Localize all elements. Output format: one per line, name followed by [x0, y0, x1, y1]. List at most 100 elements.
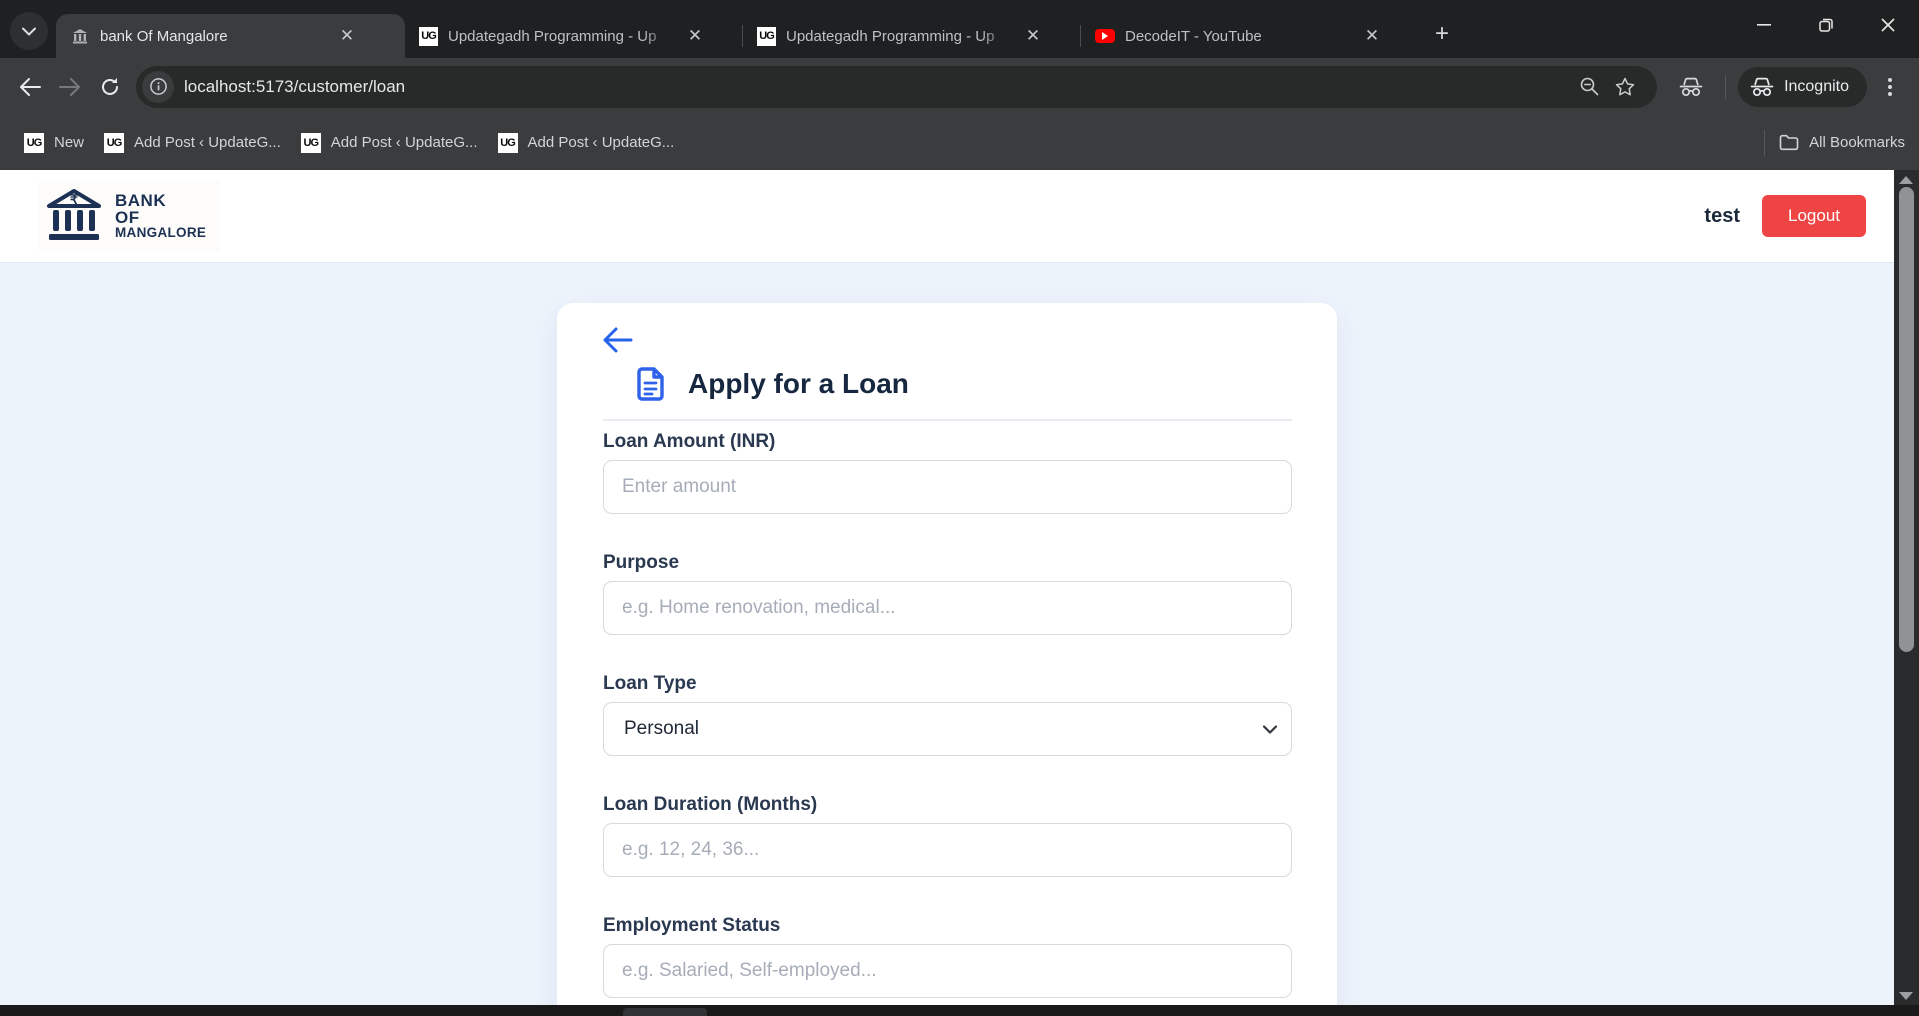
ug-favicon-icon: UG: [24, 133, 44, 153]
zoom-out-indicator-button[interactable]: [1571, 69, 1607, 105]
tab-strip: bank Of Mangalore ✕ UG Updategadh Progra…: [0, 0, 1919, 58]
back-icon: [19, 78, 41, 96]
page-viewport: ₹ BANK OF MANGALORE test Logout: [0, 170, 1919, 1005]
loan-duration-input[interactable]: [603, 823, 1292, 877]
close-icon: [1881, 18, 1895, 32]
taskbar-item: [623, 1008, 707, 1016]
username-text: test: [1704, 205, 1740, 228]
bookmark-label: Add Post ‹ UpdateG...: [528, 134, 675, 151]
tab-search-button[interactable]: [10, 12, 48, 50]
arrow-left-icon: [603, 327, 633, 353]
folder-icon: [1779, 134, 1799, 151]
url-text[interactable]: localhost:5173/customer/loan: [184, 77, 1571, 97]
address-bar[interactable]: localhost:5173/customer/loan: [136, 66, 1657, 108]
browser-toolbar: localhost:5173/customer/loan Incognito: [0, 58, 1919, 115]
scrollbar-thumb[interactable]: [1899, 187, 1914, 652]
ug-favicon-icon: UG: [301, 133, 321, 153]
forward-button[interactable]: [50, 67, 90, 107]
new-tab-button[interactable]: +: [1425, 17, 1459, 51]
incognito-label: Incognito: [1784, 78, 1849, 96]
incognito-extension-button[interactable]: [1671, 67, 1711, 107]
restore-button[interactable]: [1795, 0, 1857, 50]
browser-window: bank Of Mangalore ✕ UG Updategadh Progra…: [0, 0, 1919, 1016]
svg-text:₹: ₹: [70, 192, 79, 207]
scrollbar-down-arrow-icon[interactable]: [1899, 992, 1913, 1000]
bookmark-new[interactable]: UG New: [14, 126, 94, 160]
card-title-row: Apply for a Loan: [603, 367, 1292, 401]
tab-decodeit-youtube[interactable]: DecodeIT - YouTube ✕: [1081, 14, 1419, 58]
purpose-label: Purpose: [603, 552, 1292, 574]
field-loan-type: Loan Type Personal: [603, 673, 1292, 756]
tab-close-icon[interactable]: ✕: [1359, 23, 1385, 49]
loan-application-card: Apply for a Loan Loan Amount (INR) Purpo…: [557, 303, 1337, 1005]
tab-updategadh-1[interactable]: UG Updategadh Programming - Up ✕: [405, 14, 742, 58]
loan-type-selected-value: Personal: [624, 718, 699, 740]
employment-status-label: Employment Status: [603, 915, 1292, 937]
back-to-dashboard-button[interactable]: [603, 325, 647, 355]
page-scrollbar[interactable]: [1894, 170, 1919, 1005]
incognito-icon: [1750, 77, 1774, 97]
loan-amount-input[interactable]: [603, 460, 1292, 514]
chevron-down-icon: [1263, 725, 1277, 734]
page-title: Apply for a Loan: [688, 368, 909, 400]
bookmark-add-post-2[interactable]: UG Add Post ‹ UpdateG...: [291, 126, 488, 160]
bank-logo: ₹ BANK OF MANGALORE: [37, 181, 220, 251]
bank-logo-text: BANK OF MANGALORE: [115, 192, 206, 240]
back-button[interactable]: [10, 67, 50, 107]
site-info-button[interactable]: [142, 71, 174, 103]
zoom-out-icon: [1580, 77, 1599, 96]
reload-icon: [100, 77, 120, 97]
toolbar-separator: [1725, 75, 1726, 99]
loan-type-select[interactable]: Personal: [603, 702, 1292, 756]
bookmarks-separator: [1764, 130, 1765, 156]
field-employment-status: Employment Status: [603, 915, 1292, 998]
bank-building-icon: ₹: [45, 189, 103, 243]
ug-favicon-icon: UG: [498, 133, 518, 153]
bookmark-add-post-3[interactable]: UG Add Post ‹ UpdateG...: [488, 126, 685, 160]
document-icon: [637, 367, 664, 401]
minimize-button[interactable]: [1733, 0, 1795, 50]
bookmark-label: New: [54, 134, 84, 151]
loan-type-label: Loan Type: [603, 673, 1292, 695]
close-window-button[interactable]: [1857, 0, 1919, 50]
tab-bank-of-mangalore[interactable]: bank Of Mangalore ✕: [56, 14, 405, 58]
divider: [603, 419, 1292, 421]
employment-status-input[interactable]: [603, 944, 1292, 998]
tab-title: bank Of Mangalore: [100, 28, 328, 45]
tab-updategadh-2[interactable]: UG Updategadh Programming - Up ✕: [743, 14, 1080, 58]
brand-line: MANGALORE: [115, 226, 206, 240]
tab-close-icon[interactable]: ✕: [334, 23, 360, 49]
bookmark-label: Add Post ‹ UpdateG...: [134, 134, 281, 151]
restore-icon: [1819, 18, 1833, 32]
field-loan-amount: Loan Amount (INR): [603, 431, 1292, 514]
forward-icon: [59, 78, 81, 96]
logout-button[interactable]: Logout: [1762, 195, 1866, 237]
scrollbar-up-arrow-icon[interactable]: [1899, 176, 1913, 184]
bookmark-label: Add Post ‹ UpdateG...: [331, 134, 478, 151]
bookmark-add-post-1[interactable]: UG Add Post ‹ UpdateG...: [94, 126, 291, 160]
kebab-icon: [1888, 78, 1892, 96]
incognito-badge: Incognito: [1738, 67, 1867, 107]
bookmarks-bar: UG New UG Add Post ‹ UpdateG... UG Add P…: [0, 115, 1919, 170]
ug-favicon-icon: UG: [419, 27, 438, 46]
window-controls: [1733, 0, 1919, 50]
field-loan-duration: Loan Duration (Months): [603, 794, 1292, 877]
site-header: ₹ BANK OF MANGALORE test Logout: [0, 170, 1894, 263]
tab-close-icon[interactable]: ✕: [682, 23, 708, 49]
tab-close-icon[interactable]: ✕: [1020, 23, 1046, 49]
brand-line: BANK: [115, 192, 206, 209]
purpose-input[interactable]: [603, 581, 1292, 635]
field-purpose: Purpose: [603, 552, 1292, 635]
browser-menu-button[interactable]: [1873, 70, 1907, 104]
chevron-down-icon: [22, 27, 36, 36]
minimize-icon: [1757, 24, 1771, 26]
bookmark-star-button[interactable]: [1607, 69, 1643, 105]
tab-title: Updategadh Programming - Up: [448, 28, 676, 45]
taskbar-edge: [0, 1005, 1919, 1016]
loan-duration-label: Loan Duration (Months): [603, 794, 1292, 816]
reload-button[interactable]: [90, 67, 130, 107]
page-body: Apply for a Loan Loan Amount (INR) Purpo…: [0, 263, 1894, 1005]
all-bookmarks-button[interactable]: All Bookmarks: [1779, 134, 1905, 151]
all-bookmarks-label: All Bookmarks: [1809, 134, 1905, 151]
tab-title: DecodeIT - YouTube: [1125, 28, 1353, 45]
